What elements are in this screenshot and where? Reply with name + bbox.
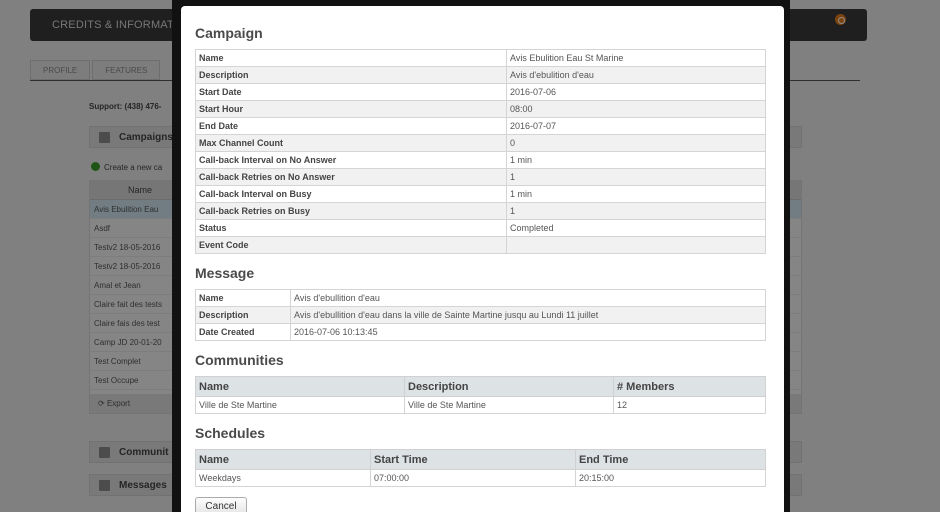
field-label: Name bbox=[195, 49, 507, 67]
communities-section-title: Communities bbox=[195, 352, 284, 368]
table-cell: Ville de Ste Martine bbox=[195, 396, 405, 414]
communities-table: Name Description # Members Ville de Ste Ma… bbox=[195, 376, 766, 414]
field-value: 1 min bbox=[506, 185, 766, 203]
field-value: Avis Ebulition Eau St Marine bbox=[506, 49, 766, 67]
field-label: Call-back Retries on No Answer bbox=[195, 168, 507, 186]
table-row: Max Channel Count 0 bbox=[195, 134, 766, 152]
field-value: 2016-07-06 bbox=[506, 83, 766, 101]
table-row: Call-back Retries on Busy 1 bbox=[195, 202, 766, 220]
field-value: Completed bbox=[506, 219, 766, 237]
table-cell: 12 bbox=[613, 396, 766, 414]
field-label: Max Channel Count bbox=[195, 134, 507, 152]
table-row: Status Completed bbox=[195, 219, 766, 237]
field-value: 2016-07-06 10:13:45 bbox=[290, 323, 766, 341]
campaign-details-table: Name Avis Ebulition Eau St Marine Descript… bbox=[195, 49, 766, 254]
campaign-details-modal: Campaign Name Avis Ebulition Eau St Marin… bbox=[181, 6, 784, 512]
column-header: Name bbox=[195, 449, 371, 470]
table-row: Start Date 2016-07-06 bbox=[195, 83, 766, 101]
field-label: Event Code bbox=[195, 236, 507, 254]
field-value: 08:00 bbox=[506, 100, 766, 118]
table-row: Call-back Interval on No Answer 1 min bbox=[195, 151, 766, 169]
field-value: 1 bbox=[506, 202, 766, 220]
field-value bbox=[506, 236, 766, 254]
field-label: Start Date bbox=[195, 83, 507, 101]
table-row: Date Created 2016-07-06 10:13:45 bbox=[195, 323, 766, 341]
column-header: Name bbox=[195, 376, 405, 397]
field-value: 2016-07-07 bbox=[506, 117, 766, 135]
field-value: Avis d'ebulition d'eau bbox=[506, 66, 766, 84]
field-label: End Date bbox=[195, 117, 507, 135]
table-cell: Ville de Ste Martine bbox=[404, 396, 614, 414]
column-header: Description bbox=[404, 376, 614, 397]
field-label: Start Hour bbox=[195, 100, 507, 118]
field-value: Avis d'ebullition d'eau dans la ville de… bbox=[290, 306, 766, 324]
field-label: Call-back Interval on Busy bbox=[195, 185, 507, 203]
column-header: End Time bbox=[575, 449, 766, 470]
field-label: Name bbox=[195, 289, 291, 307]
field-value: Avis d'ebullition d'eau bbox=[290, 289, 766, 307]
field-value: 1 bbox=[506, 168, 766, 186]
message-section-title: Message bbox=[195, 265, 255, 281]
table-row: Start Hour 08:00 bbox=[195, 100, 766, 118]
field-value: 1 min bbox=[506, 151, 766, 169]
table-cell: Weekdays bbox=[195, 469, 371, 487]
table-row: Weekdays 07:00:00 20:15:00 bbox=[195, 469, 766, 487]
table-row: Call-back Retries on No Answer 1 bbox=[195, 168, 766, 186]
campaign-section-title: Campaign bbox=[195, 25, 263, 41]
table-cell: 20:15:00 bbox=[575, 469, 766, 487]
field-value: 0 bbox=[506, 134, 766, 152]
field-label: Date Created bbox=[195, 323, 291, 341]
field-label: Description bbox=[195, 306, 291, 324]
field-label: Call-back Retries on Busy bbox=[195, 202, 507, 220]
schedules-section-title: Schedules bbox=[195, 425, 266, 441]
field-label: Description bbox=[195, 66, 507, 84]
field-label: Status bbox=[195, 219, 507, 237]
column-header: # Members bbox=[613, 376, 766, 397]
field-label: Call-back Interval on No Answer bbox=[195, 151, 507, 169]
cancel-button[interactable]: Cancel bbox=[195, 497, 247, 512]
message-details-table: Name Avis d'ebullition d'eau Description Av… bbox=[195, 289, 766, 341]
table-row: Ville de Ste Martine Ville de Ste Martine… bbox=[195, 396, 766, 414]
table-row: Description Avis d'ebulition d'eau bbox=[195, 66, 766, 84]
table-row: Call-back Interval on Busy 1 min bbox=[195, 185, 766, 203]
table-row: Name Avis Ebulition Eau St Marine bbox=[195, 49, 766, 67]
table-row: Event Code bbox=[195, 236, 766, 254]
table-row: Name Avis d'ebullition d'eau bbox=[195, 289, 766, 307]
table-cell: 07:00:00 bbox=[370, 469, 576, 487]
schedules-table: Name Start Time End Time Weekdays 07:00:00 2… bbox=[195, 449, 766, 487]
table-row: Description Avis d'ebullition d'eau dans … bbox=[195, 306, 766, 324]
table-row: End Date 2016-07-07 bbox=[195, 117, 766, 135]
column-header: Start Time bbox=[370, 449, 576, 470]
